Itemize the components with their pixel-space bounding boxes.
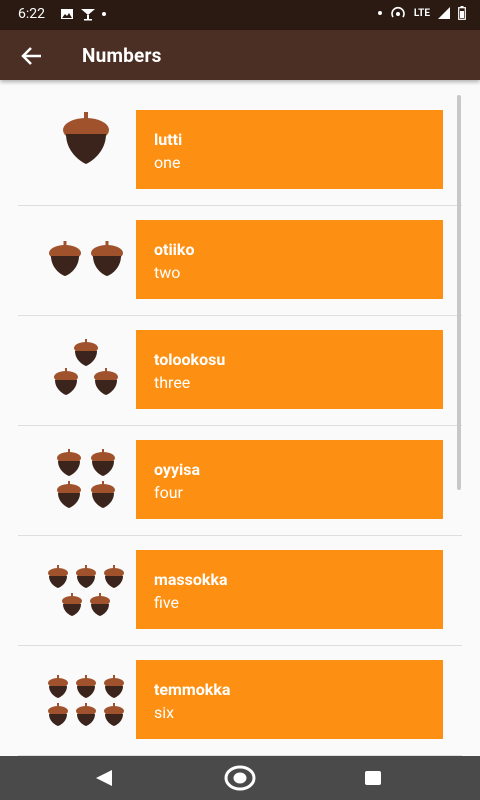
word-card[interactable]: tolookosu three bbox=[136, 330, 443, 409]
list-item[interactable]: tolookosu three bbox=[18, 315, 462, 426]
list-item[interactable]: otiiko two bbox=[18, 205, 462, 316]
word-card[interactable]: lutti one bbox=[136, 110, 443, 189]
status-bar: 6:22 LTE bbox=[0, 0, 480, 30]
acorn-count-icon bbox=[18, 645, 136, 755]
cast-icon bbox=[81, 9, 95, 21]
miwok-word: oyyisa bbox=[154, 460, 201, 479]
list-item[interactable]: temmokka six bbox=[18, 645, 462, 756]
acorn-count-icon bbox=[18, 95, 136, 205]
signal-icon bbox=[438, 7, 450, 19]
miwok-word: temmokka bbox=[154, 680, 231, 699]
english-word: two bbox=[154, 263, 181, 282]
miwok-word: massokka bbox=[154, 570, 228, 589]
numbers-list[interactable]: lutti one otiiko two tolookosu three oyy… bbox=[0, 80, 480, 756]
english-word: four bbox=[154, 483, 183, 502]
acorn-count-icon bbox=[18, 425, 136, 535]
word-card[interactable]: temmokka six bbox=[136, 660, 443, 739]
system-nav-bar bbox=[0, 756, 480, 800]
miwok-word: lutti bbox=[154, 130, 183, 149]
english-word: six bbox=[154, 703, 175, 722]
english-word: five bbox=[154, 593, 179, 612]
acorn-count-icon bbox=[18, 535, 136, 645]
battery-icon bbox=[458, 6, 466, 20]
english-word: three bbox=[154, 373, 191, 392]
page-title: Numbers bbox=[82, 44, 162, 67]
scrollbar[interactable] bbox=[457, 95, 461, 490]
english-word: one bbox=[154, 153, 181, 172]
app-bar: Numbers bbox=[0, 30, 480, 80]
miwok-word: otiiko bbox=[154, 240, 195, 259]
list-item[interactable]: massokka five bbox=[18, 535, 462, 646]
acorn-count-icon bbox=[18, 205, 136, 315]
notification-dot-icon bbox=[102, 12, 106, 16]
gallery-icon bbox=[61, 9, 73, 19]
list-item[interactable]: oyyisa four bbox=[18, 425, 462, 536]
triangle-back-icon[interactable] bbox=[94, 769, 114, 787]
acorn-count-icon bbox=[18, 315, 136, 425]
status-time: 6:22 bbox=[18, 6, 45, 22]
hotspot-icon bbox=[391, 6, 405, 18]
arrow-back-icon[interactable] bbox=[18, 42, 46, 70]
square-recents-icon[interactable] bbox=[364, 770, 382, 786]
word-card[interactable]: otiiko two bbox=[136, 220, 443, 299]
network-type: LTE bbox=[413, 7, 430, 19]
word-card[interactable]: massokka five bbox=[136, 550, 443, 629]
circle-home-icon[interactable] bbox=[224, 764, 256, 792]
word-card[interactable]: oyyisa four bbox=[136, 440, 443, 519]
notification-dot-icon bbox=[377, 11, 382, 15]
miwok-word: tolookosu bbox=[154, 350, 226, 369]
list-item[interactable]: lutti one bbox=[18, 95, 462, 206]
